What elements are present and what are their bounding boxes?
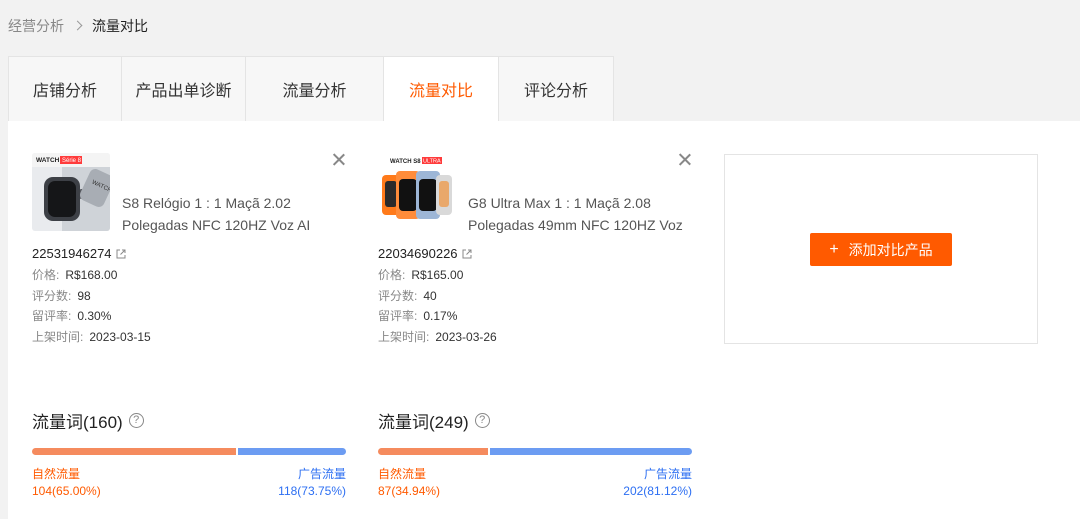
listed-date-row: 上架时间: 2023-03-15: [32, 330, 151, 344]
svg-text:WATCH S8: WATCH S8: [390, 159, 421, 165]
price-value: R$168.00: [65, 268, 118, 282]
organic-traffic-value: 104(65.00%): [32, 484, 101, 498]
product-card: WATCH Série 8 WATCH S8 Relógio 1 : 1 Maç…: [32, 153, 346, 498]
svg-text:Série 8: Série 8: [62, 158, 82, 164]
organic-traffic-bar: [32, 448, 236, 455]
ads-traffic-label: 广告流量: [643, 467, 692, 481]
external-link-icon[interactable]: [115, 248, 127, 260]
rating-count-value: 40: [423, 289, 437, 303]
listed-date-row: 上架时间: 2023-03-26: [378, 330, 497, 344]
ads-traffic-label: 广告流量: [297, 467, 346, 481]
ads-traffic-value: 202(81.12%): [623, 484, 692, 498]
listed-date-value: 2023-03-26: [435, 330, 497, 344]
product-id-text[interactable]: 22531946274: [32, 246, 112, 261]
help-icon[interactable]: ?: [128, 413, 144, 428]
price-value: R$165.00: [411, 268, 464, 282]
keywords-title: 流量词(160) ?: [32, 408, 144, 433]
external-link-icon[interactable]: [461, 248, 473, 260]
tab-traffic-comparison[interactable]: 流量对比: [384, 56, 499, 122]
review-rate-row: 留评率: 0.17%: [378, 309, 458, 323]
add-compare-product-button[interactable]: + 添加对比产品: [810, 233, 952, 266]
product-name[interactable]: S8 Relógio 1 : 1 Maçã 2.02 Polegadas NFC…: [122, 192, 346, 236]
svg-text:ULTRA: ULTRA: [423, 159, 441, 165]
tab-product-order-diagnosis[interactable]: 产品出单诊断: [122, 56, 246, 122]
comparison-panel: WATCH Série 8 WATCH S8 Relógio 1 : 1 Maç…: [8, 121, 1080, 519]
ads-traffic-bar: [238, 448, 346, 455]
breadcrumb-parent[interactable]: 经营分析: [8, 16, 64, 36]
svg-text:WATCH: WATCH: [36, 157, 60, 164]
traffic-bar: [32, 448, 346, 455]
chevron-right-icon: [73, 16, 83, 36]
organic-traffic-value: 87(34.94%): [378, 484, 441, 498]
keywords-title: 流量词(249) ?: [378, 408, 490, 433]
review-rate-value: 0.17%: [423, 309, 458, 323]
tab-store-analysis[interactable]: 店铺分析: [8, 56, 122, 122]
product-id[interactable]: 22034690226: [378, 246, 473, 261]
organic-traffic-bar: [378, 448, 488, 455]
product-name[interactable]: G8 Ultra Max 1 : 1 Maçã 2.08 Polegadas 4…: [468, 192, 692, 236]
rating-count-row: 评分数: 98: [32, 289, 91, 303]
rating-count-value: 98: [77, 289, 91, 303]
product-card: WATCH S8 ULTRA G8 Ultra Max 1 : 1 Maçã 2…: [378, 153, 692, 498]
price-row: 价格: R$168.00: [32, 268, 118, 282]
product-thumbnail[interactable]: WATCH S8 ULTRA: [378, 153, 456, 231]
price-row: 价格: R$165.00: [378, 268, 464, 282]
breadcrumb-current: 流量对比: [92, 18, 148, 34]
product-id[interactable]: 22531946274: [32, 246, 127, 261]
ads-traffic-bar: [490, 448, 692, 455]
close-icon[interactable]: [332, 153, 346, 167]
tab-bar: 店铺分析 产品出单诊断 流量分析 流量对比 评论分析: [8, 56, 614, 122]
add-product-slot: + 添加对比产品: [724, 154, 1038, 344]
close-icon[interactable]: [678, 153, 692, 167]
review-rate-value: 0.30%: [77, 309, 112, 323]
listed-date-value: 2023-03-15: [89, 330, 151, 344]
review-rate-row: 留评率: 0.30%: [32, 309, 112, 323]
organic-traffic-label: 自然流量: [378, 467, 427, 481]
traffic-bar: [378, 448, 692, 455]
add-compare-product-label: 添加对比产品: [848, 241, 933, 258]
help-icon[interactable]: ?: [474, 413, 490, 428]
plus-icon: +: [829, 240, 839, 258]
rating-count-row: 评分数: 40: [378, 289, 437, 303]
tab-review-analysis[interactable]: 评论分析: [499, 56, 614, 122]
product-id-text[interactable]: 22034690226: [378, 246, 458, 261]
breadcrumb: 经营分析 流量对比: [8, 16, 148, 36]
ads-traffic-value: 118(73.75%): [278, 484, 346, 498]
organic-traffic-label: 自然流量: [32, 467, 81, 481]
tab-traffic-analysis[interactable]: 流量分析: [246, 56, 384, 122]
product-thumbnail[interactable]: WATCH Série 8 WATCH: [32, 153, 110, 231]
